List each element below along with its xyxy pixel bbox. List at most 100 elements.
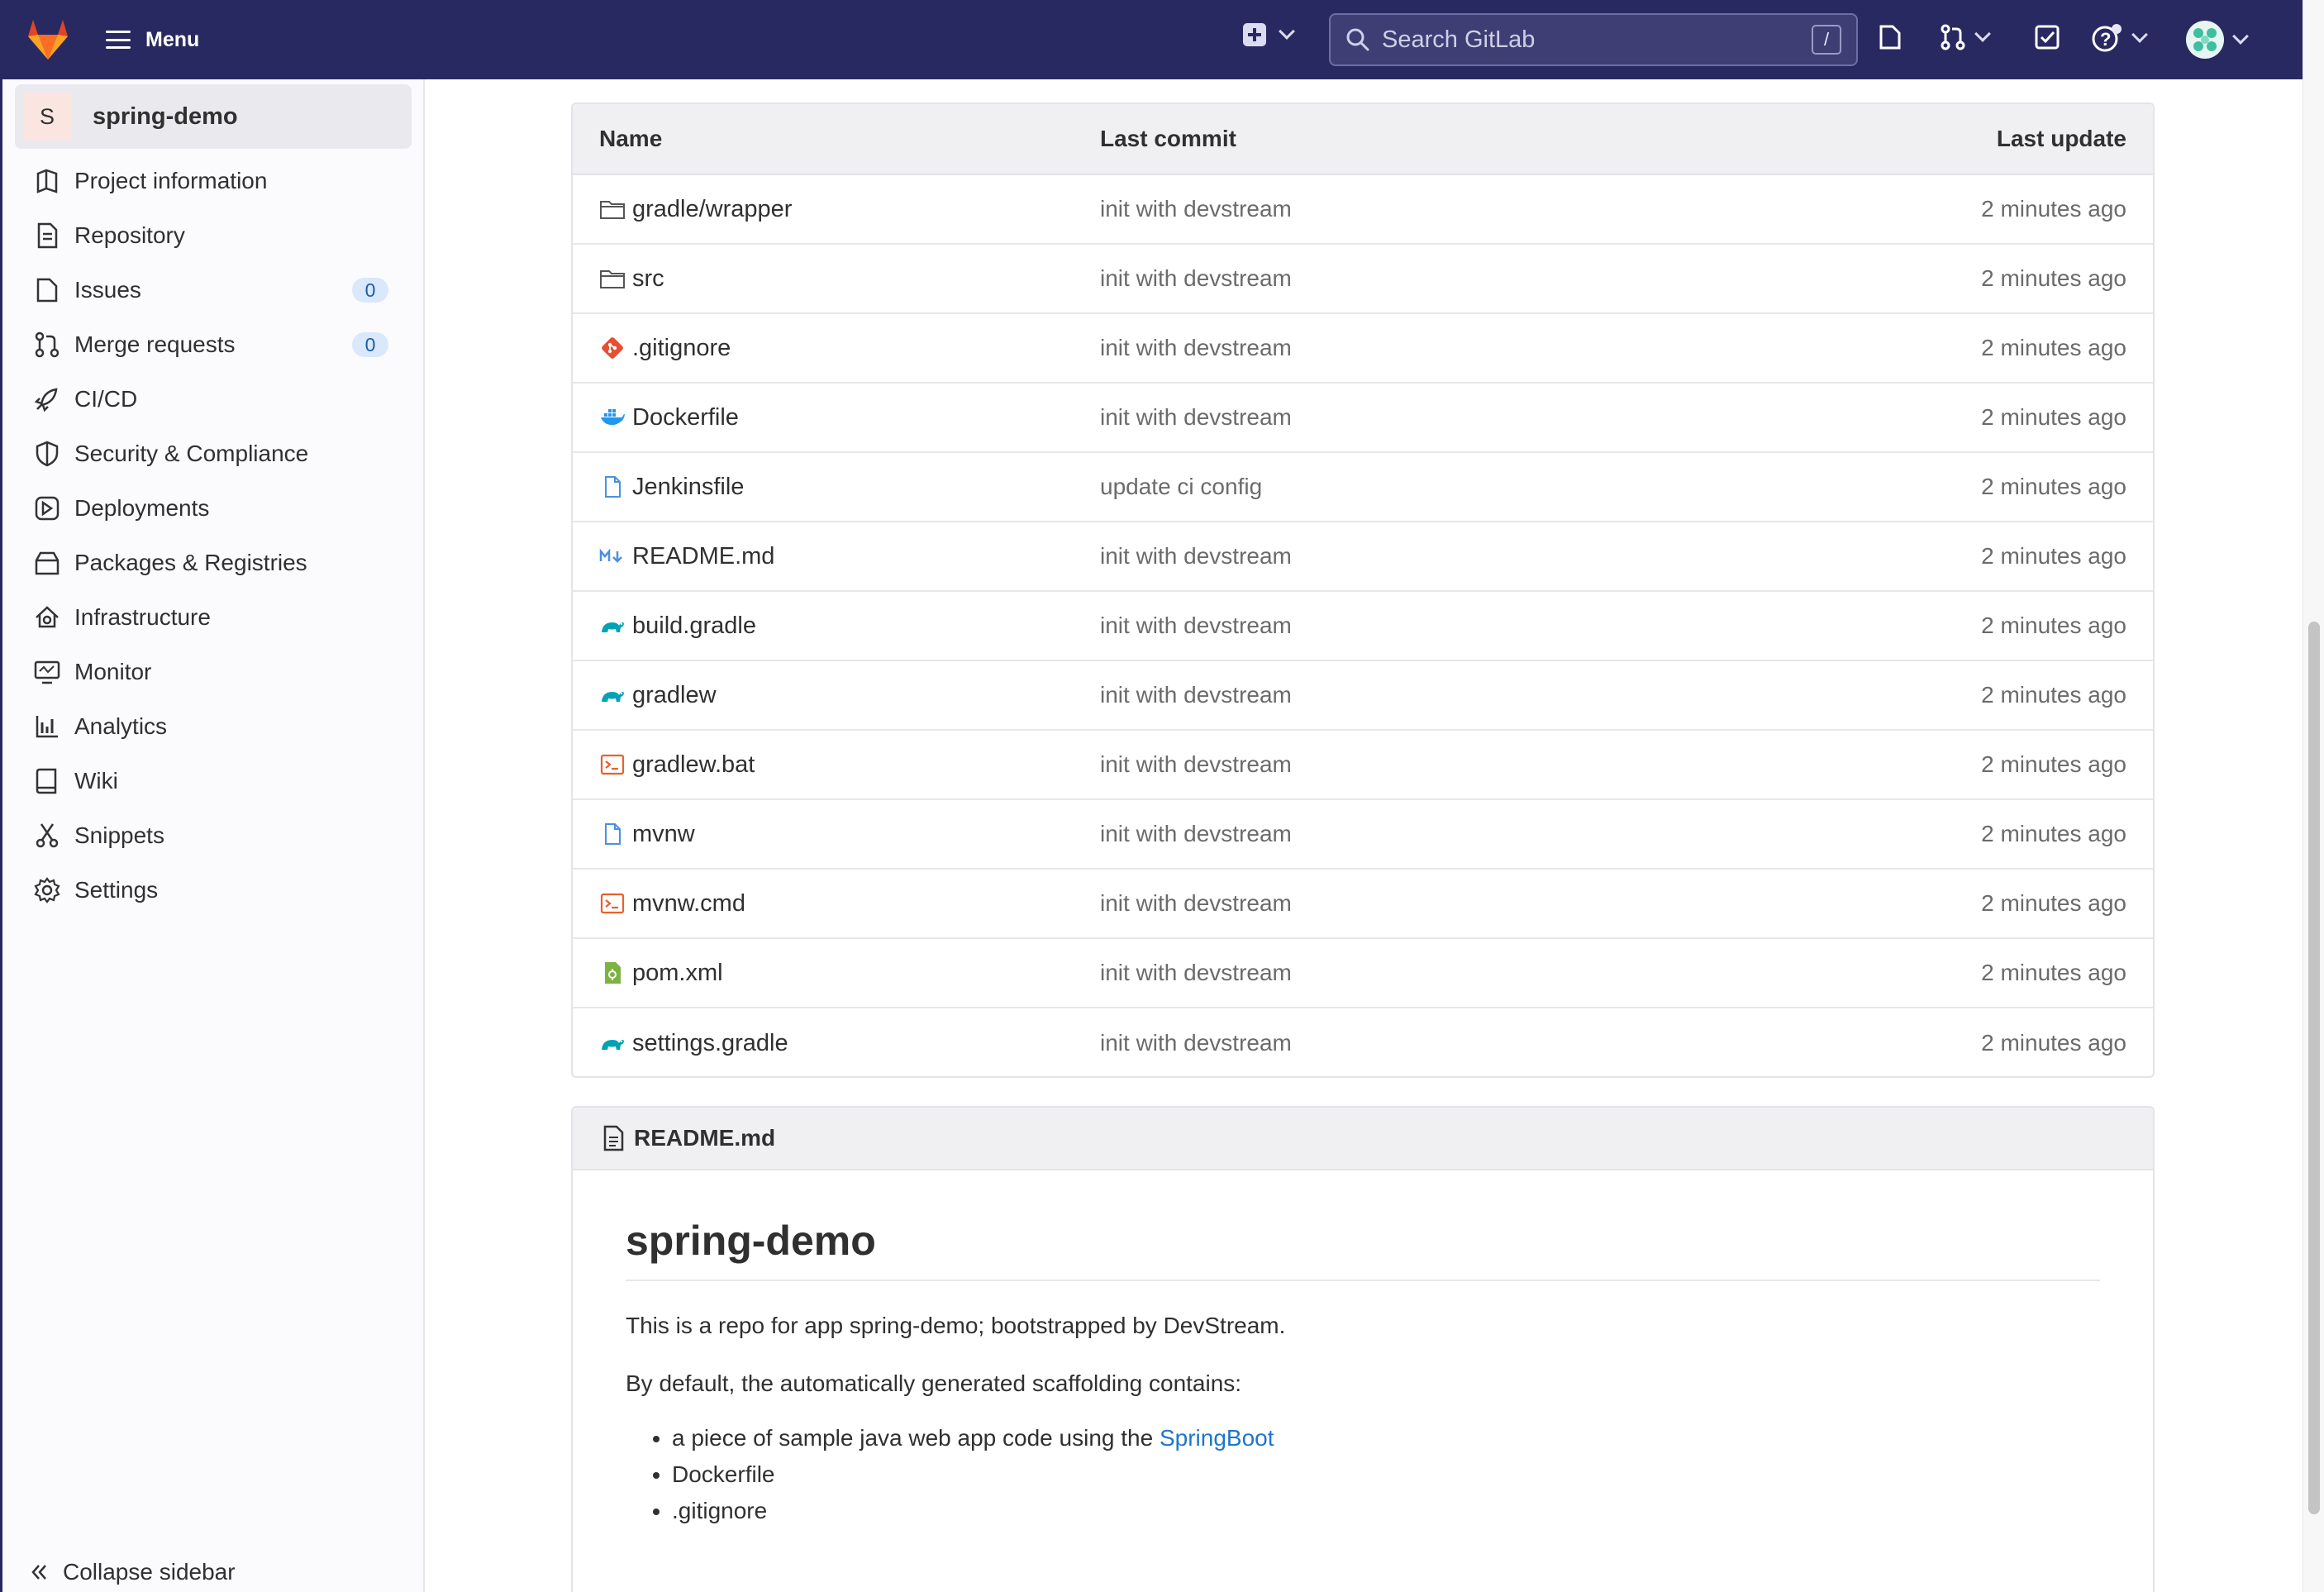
search-shortcut-key: /: [1812, 25, 1841, 55]
chevron-down-icon: [1279, 23, 1295, 40]
sidebar-item-label: Issues: [74, 277, 141, 303]
help-icon: ?: [2092, 24, 2122, 52]
commit-message-link[interactable]: update ci config: [1100, 474, 1844, 500]
last-update-time: 2 minutes ago: [1981, 474, 2126, 499]
hamburger-icon: [106, 31, 131, 49]
sidebar-item-wiki[interactable]: Wiki: [0, 754, 425, 808]
analytics-icon: [36, 716, 58, 738]
rocket-icon: [34, 388, 58, 412]
sidebar-item-repository[interactable]: Repository: [0, 208, 425, 263]
commit-message-link[interactable]: init with devstream: [1100, 960, 1844, 986]
springboot-link[interactable]: SpringBoot: [1160, 1425, 1274, 1451]
gradle-icon: [602, 1040, 624, 1050]
commit-message-link[interactable]: init with devstream: [1100, 265, 1844, 292]
commit-message-link[interactable]: init with devstream: [1100, 751, 1844, 778]
git-icon: [602, 337, 623, 359]
page-scrollbar[interactable]: [2303, 0, 2324, 1592]
commit-message-link[interactable]: init with devstream: [1100, 1030, 1844, 1056]
table-row: .gitignore init with devstream 2 minutes…: [573, 314, 2153, 384]
list-item: a piece of sample java web app code usin…: [672, 1420, 2100, 1456]
file-link[interactable]: gradle/wrapper: [632, 196, 792, 223]
collapse-sidebar-label: Collapse sidebar: [63, 1559, 236, 1585]
file-link[interactable]: settings.gradle: [632, 1030, 788, 1057]
sidebar-item-project-information[interactable]: Project information: [0, 154, 425, 208]
main-content: Name Last commit Last update gradle/wrap…: [426, 79, 2303, 1592]
file-name-cell: src: [573, 265, 1100, 293]
gitlab-logo-icon[interactable]: [25, 17, 71, 63]
file-link[interactable]: pom.xml: [632, 960, 723, 987]
search-input[interactable]: Search GitLab /: [1329, 13, 1858, 66]
file-link[interactable]: README.md: [632, 543, 774, 570]
book-icon: [36, 768, 57, 794]
sidebar-item-snippets[interactable]: Snippets: [0, 808, 425, 863]
file-link[interactable]: gradlew.bat: [632, 751, 755, 779]
sidebar-item-label: Wiki: [74, 768, 118, 794]
file-link[interactable]: .gitignore: [632, 335, 731, 362]
sidebar-item-label: Merge requests: [74, 331, 236, 357]
chevron-down-icon: [1974, 26, 1991, 42]
commit-message-link[interactable]: init with devstream: [1100, 335, 1844, 361]
sidebar-item-infrastructure[interactable]: Infrastructure: [0, 590, 425, 645]
file-link[interactable]: build.gradle: [632, 612, 756, 640]
file-name-cell: mvnw.cmd: [573, 890, 1100, 918]
sidebar-item-issues[interactable]: Issues 0: [0, 263, 425, 317]
shield-icon: [36, 441, 59, 467]
file-link[interactable]: Jenkinsfile: [632, 474, 744, 501]
issues-shortcut-button[interactable]: [1876, 23, 1904, 51]
readme-panel: README.md spring-demo This is a repo for…: [571, 1106, 2155, 1592]
user-menu-dropdown[interactable]: [2185, 20, 2249, 60]
commit-message-link[interactable]: init with devstream: [1100, 612, 1844, 639]
sidebar-item-cicd[interactable]: CI/CD: [0, 372, 425, 427]
commit-message-link[interactable]: init with devstream: [1100, 196, 1844, 222]
table-row: Jenkinsfile update ci config 2 minutes a…: [573, 453, 2153, 522]
sidebar-item-analytics[interactable]: Analytics: [0, 699, 425, 754]
sidebar-project-header[interactable]: S spring-demo: [15, 84, 412, 149]
todo-checkbox-icon: [2035, 25, 2060, 50]
merge-requests-dropdown[interactable]: [1939, 23, 1991, 51]
file-name-cell: settings.gradle: [573, 1030, 1100, 1057]
file-link[interactable]: mvnw: [632, 821, 695, 848]
commit-message-link[interactable]: init with devstream: [1100, 682, 1844, 708]
sidebar-item-merge-requests[interactable]: Merge requests 0: [0, 317, 425, 372]
file-name-cell: mvnw: [573, 821, 1100, 848]
folder-icon: [600, 270, 625, 288]
commit-message-link[interactable]: init with devstream: [1100, 890, 1844, 917]
cloud-gear-icon: [36, 606, 59, 628]
project-info-icon: [36, 169, 58, 193]
new-item-dropdown[interactable]: [1243, 23, 1295, 46]
todos-button[interactable]: [2033, 23, 2061, 51]
table-row: Dockerfile init with devstream 2 minutes…: [573, 384, 2153, 453]
sidebar-item-security-compliance[interactable]: Security & Compliance: [0, 427, 425, 481]
collapse-sidebar-button[interactable]: Collapse sidebar: [30, 1559, 236, 1585]
scissors-icon: [36, 823, 59, 848]
scrollbar-thumb[interactable]: [2308, 622, 2320, 1514]
sidebar-item-label: Project information: [74, 168, 268, 193]
folder-icon: [600, 201, 625, 219]
avatar: [2186, 21, 2224, 59]
commit-message-link[interactable]: init with devstream: [1100, 404, 1844, 431]
file-link[interactable]: gradlew: [632, 682, 717, 709]
last-update-time: 2 minutes ago: [1981, 1030, 2126, 1056]
last-update-time: 2 minutes ago: [1981, 612, 2126, 638]
gradle-icon: [602, 622, 624, 632]
menu-button[interactable]: Menu: [106, 21, 199, 58]
sidebar-nav: Project information Repository Issues 0: [0, 154, 425, 918]
search-icon: [1346, 28, 1369, 51]
sidebar-item-packages-registries[interactable]: Packages & Registries: [0, 536, 425, 590]
file-name-cell: pom.xml: [573, 960, 1100, 987]
sidebar-item-monitor[interactable]: Monitor: [0, 645, 425, 699]
file-name-cell: Dockerfile: [573, 404, 1100, 431]
merge-request-icon: [1941, 24, 1965, 50]
table-row: pom.xml init with devstream 2 minutes ag…: [573, 939, 2153, 1008]
file-link[interactable]: src: [632, 265, 664, 293]
search-placeholder: Search GitLab: [1382, 26, 1536, 53]
file-link[interactable]: Dockerfile: [632, 404, 739, 431]
sidebar-item-label: Security & Compliance: [74, 441, 309, 466]
file-link[interactable]: mvnw.cmd: [632, 890, 745, 918]
readme-filename-link[interactable]: README.md: [634, 1125, 775, 1151]
help-dropdown[interactable]: ?: [2091, 23, 2148, 53]
commit-message-link[interactable]: init with devstream: [1100, 543, 1844, 570]
sidebar-item-deployments[interactable]: Deployments: [0, 481, 425, 536]
sidebar-item-settings[interactable]: Settings: [0, 863, 425, 918]
commit-message-link[interactable]: init with devstream: [1100, 821, 1844, 847]
